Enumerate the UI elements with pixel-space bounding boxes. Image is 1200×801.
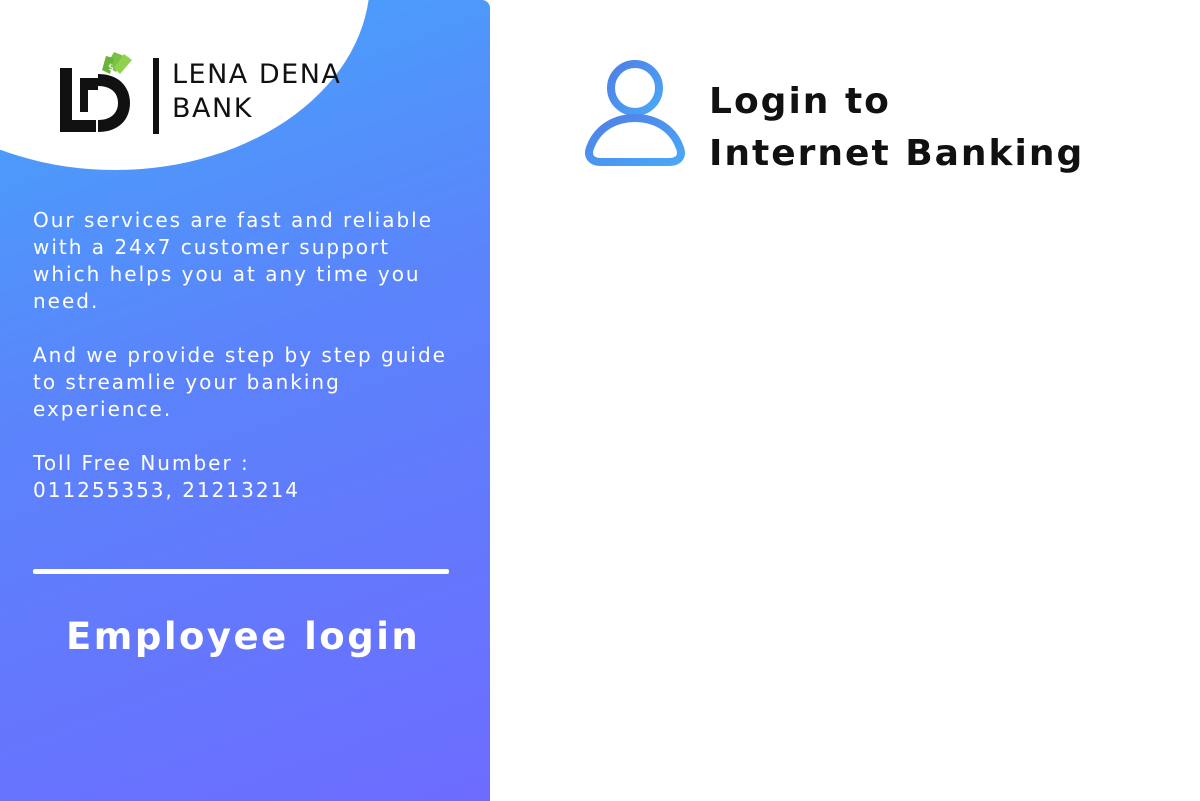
bank-name-line2: BANK (172, 93, 253, 124)
page: $ LENA DENA BANK Our services are fast a… (0, 0, 1200, 801)
lena-dena-monogram-icon: $ (60, 52, 132, 132)
toll-free-numbers: 011255353, 21213214 (33, 478, 301, 502)
user-icon (585, 60, 685, 166)
login-header: Login to Internet Banking (583, 58, 1143, 188)
panel-divider (33, 569, 449, 574)
logo-divider (153, 58, 159, 134)
info-panel: $ LENA DENA BANK Our services are fast a… (0, 0, 490, 801)
bank-name-line1: LENA DENA (172, 59, 342, 90)
login-title-line2: Internet Banking (709, 133, 1085, 174)
svg-text:$: $ (108, 63, 114, 73)
bank-logo[interactable]: $ LENA DENA BANK (58, 46, 358, 138)
toll-free-block: Toll Free Number : 011255353, 21213214 (33, 450, 463, 504)
bank-name: LENA DENA BANK (172, 58, 341, 126)
services-paragraph: Our services are fast and reliable with … (33, 208, 434, 313)
guide-paragraph: And we provide step by step guide to str… (33, 343, 447, 421)
toll-free-label: Toll Free Number : (33, 451, 250, 475)
login-title-line1: Login to (709, 81, 891, 122)
services-info: Our services are fast and reliable with … (33, 207, 463, 531)
employee-login-link[interactable]: Employee login (66, 615, 420, 658)
login-title: Login to Internet Banking (709, 76, 1084, 180)
